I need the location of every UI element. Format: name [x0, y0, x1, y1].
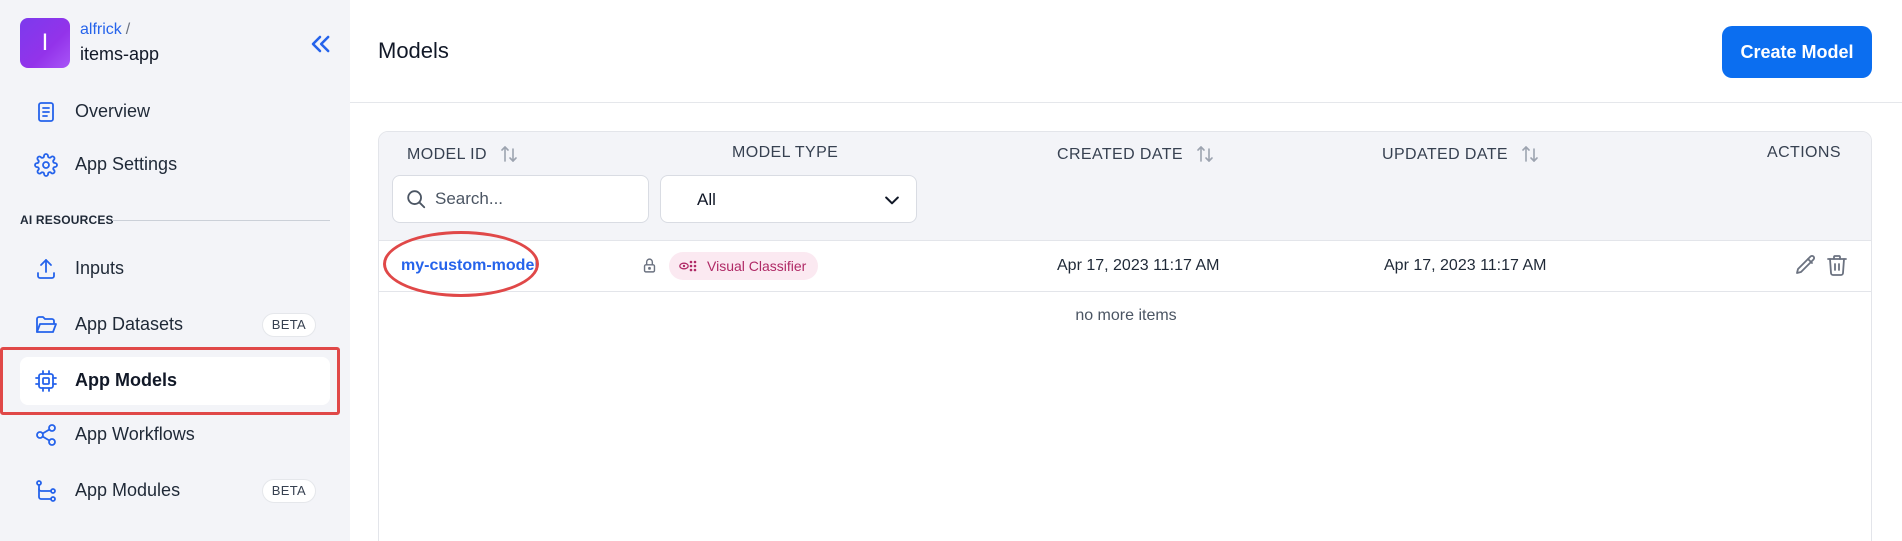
- create-model-button[interactable]: Create Model: [1722, 26, 1872, 78]
- sidebar-item-label: App Workflows: [75, 424, 195, 444]
- page-title: Models: [378, 38, 449, 63]
- beta-badge: BETA: [261, 479, 316, 503]
- sidebar-item-overview[interactable]: Overview: [20, 88, 330, 136]
- share-icon: [34, 423, 58, 447]
- column-header-label: ACTIONS: [1767, 144, 1841, 161]
- app-avatar[interactable]: I: [20, 18, 70, 68]
- column-header-updated-date[interactable]: UPDATED DATE: [1382, 144, 1540, 166]
- chip-icon: [34, 369, 58, 393]
- column-header-label: MODEL ID: [407, 146, 487, 163]
- created-date-cell: Apr 17, 2023 11:17 AM: [1057, 257, 1220, 274]
- breadcrumb-separator: /: [125, 21, 131, 38]
- sidebar-item-app-models[interactable]: App Models: [20, 357, 330, 405]
- sidebar-item-app-modules[interactable]: App Modules BETA: [20, 467, 330, 515]
- sidebar-item-inputs[interactable]: Inputs: [20, 245, 330, 293]
- app-header: I alfrick / items-app: [20, 18, 330, 68]
- collapse-sidebar-icon[interactable]: [306, 30, 334, 58]
- sidebar: I alfrick / items-app Overview App Setti…: [0, 0, 350, 541]
- sidebar-item-label: Overview: [75, 101, 151, 121]
- updated-date-cell: Apr 17, 2023 11:17 AM: [1384, 257, 1547, 274]
- sidebar-item-app-datasets[interactable]: App Datasets BETA: [20, 301, 330, 349]
- sort-icon[interactable]: [499, 144, 519, 166]
- gear-icon: [34, 153, 58, 177]
- visual-classifier-icon: [679, 260, 697, 272]
- column-header-created-date[interactable]: CREATED DATE: [1057, 144, 1215, 166]
- main-content: Models Create Model MODEL ID MODEL TYPE …: [350, 0, 1902, 541]
- model-search-field: [392, 175, 649, 223]
- lock-icon: [641, 257, 658, 274]
- sidebar-item-label: App Modules: [75, 480, 181, 500]
- search-input[interactable]: [435, 176, 640, 222]
- section-label-ai-resources: AI RESOURCES: [20, 213, 114, 227]
- breadcrumb-owner-link[interactable]: alfrick: [80, 21, 122, 38]
- sidebar-item-label: App Settings: [75, 154, 178, 174]
- column-header-model-type: MODEL TYPE: [732, 144, 838, 162]
- model-type-badge: Visual Classifier: [669, 252, 819, 280]
- models-table: MODEL ID MODEL TYPE CREATED DATE UPDATED…: [378, 131, 1872, 541]
- search-icon: [405, 188, 427, 210]
- sidebar-item-app-settings[interactable]: App Settings: [20, 141, 330, 189]
- column-header-model-id[interactable]: MODEL ID: [407, 144, 519, 166]
- sort-icon[interactable]: [1195, 144, 1215, 166]
- flow-tree-icon: [34, 479, 58, 503]
- sidebar-item-label: App Models: [75, 370, 177, 390]
- model-type-select[interactable]: All: [660, 175, 917, 223]
- table-row[interactable]: my-custom-model Visual Classifier Apr 17…: [379, 231, 1871, 297]
- sidebar-item-label: Inputs: [75, 258, 125, 278]
- no-more-items-text: no more items: [1075, 307, 1177, 324]
- sort-icon[interactable]: [1520, 144, 1540, 166]
- select-value: All: [697, 190, 716, 209]
- upload-icon: [34, 257, 58, 281]
- model-id-link[interactable]: my-custom-model: [401, 257, 539, 275]
- column-header-label: CREATED DATE: [1057, 146, 1183, 163]
- section-divider: [112, 220, 330, 221]
- column-header-label: MODEL TYPE: [732, 144, 839, 161]
- column-header-label: UPDATED DATE: [1382, 146, 1508, 163]
- chevron-down-icon: [882, 190, 902, 210]
- sidebar-item-label: App Datasets: [75, 314, 184, 334]
- app-name[interactable]: items-app: [80, 44, 159, 65]
- model-type-label: Visual Classifier: [707, 258, 807, 274]
- edit-pencil-icon[interactable]: [1794, 253, 1818, 277]
- page-header: Models Create Model: [350, 0, 1902, 103]
- column-header-actions: ACTIONS: [1767, 144, 1841, 162]
- sidebar-item-app-workflows[interactable]: App Workflows: [20, 411, 330, 459]
- delete-trash-icon[interactable]: [1825, 253, 1849, 277]
- folder-icon: [34, 313, 58, 337]
- document-icon: [34, 100, 58, 124]
- breadcrumb: alfrick /: [80, 21, 130, 39]
- beta-badge: BETA: [261, 313, 316, 337]
- table-header: MODEL ID MODEL TYPE CREATED DATE UPDATED…: [379, 132, 1871, 241]
